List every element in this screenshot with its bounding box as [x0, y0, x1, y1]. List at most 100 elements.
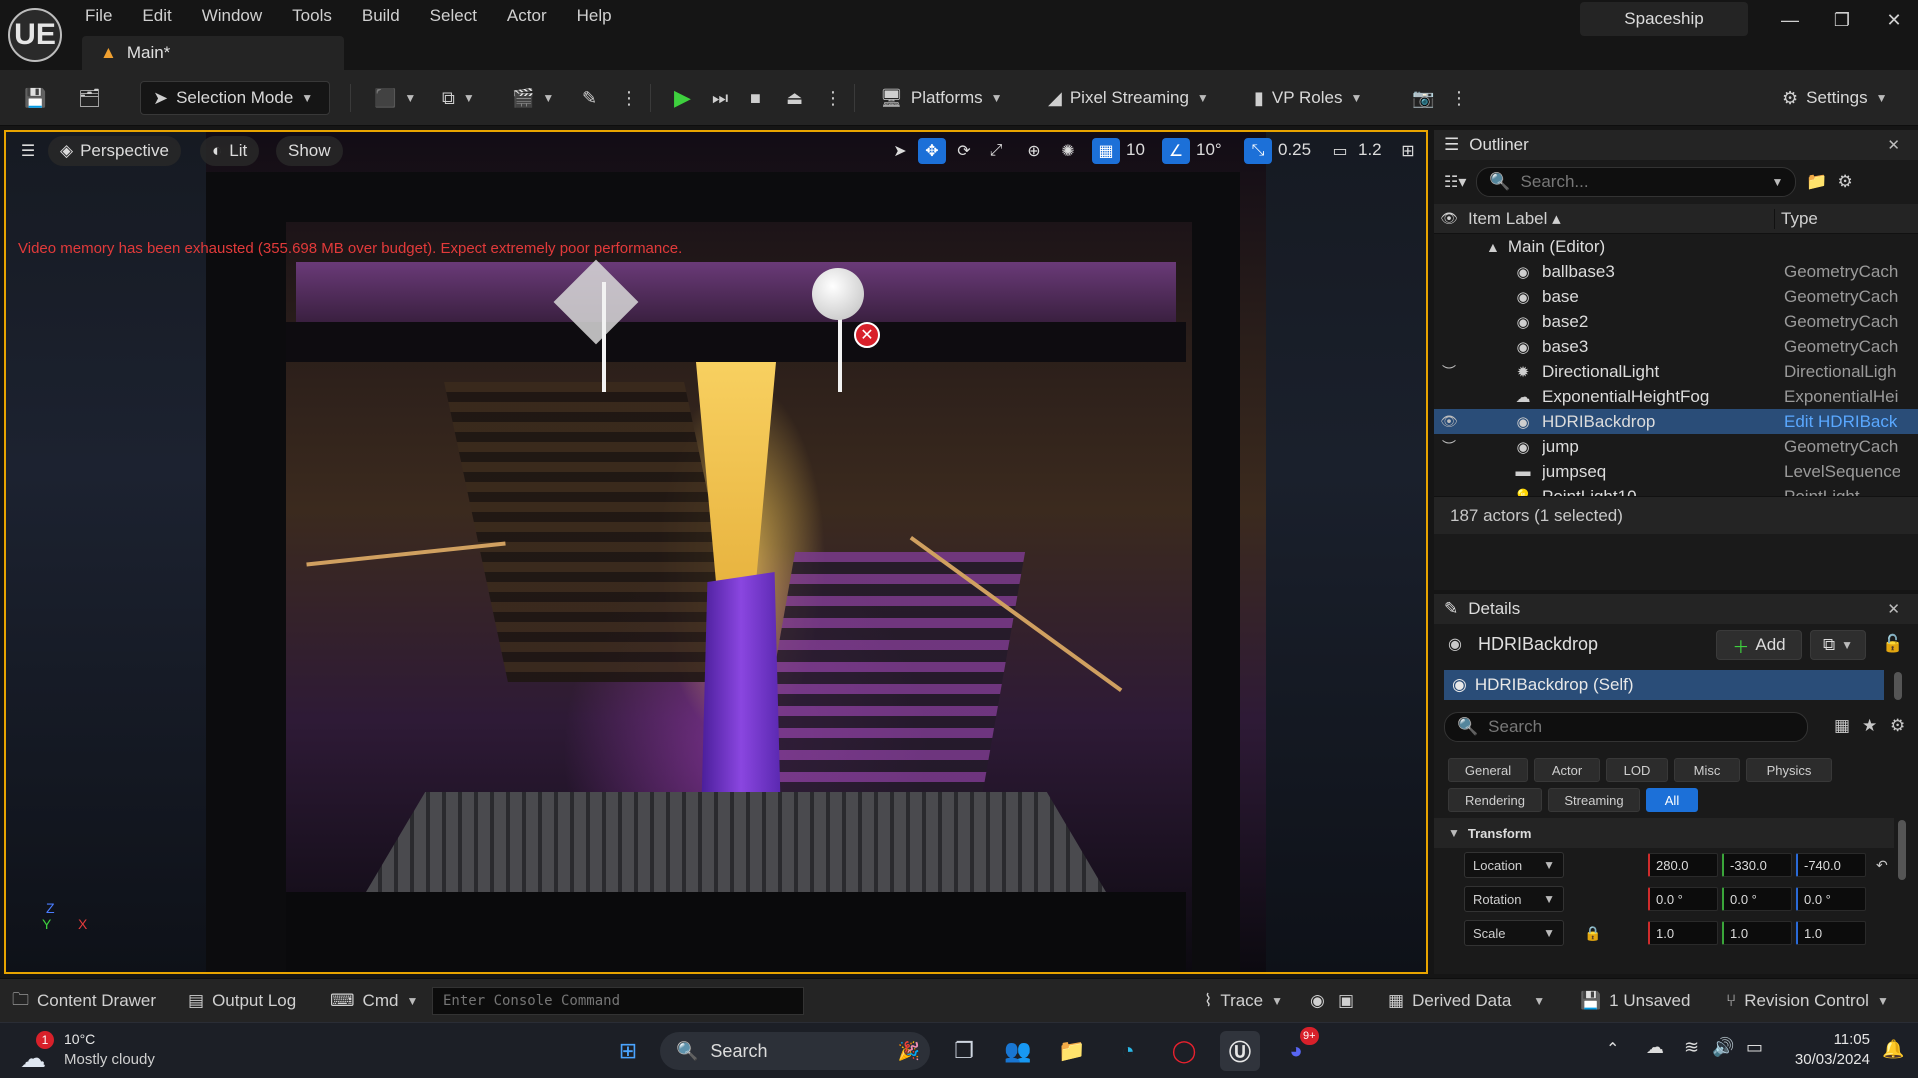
vp-roles-dropdown[interactable]: ▮ VP Roles ▼	[1246, 81, 1370, 115]
minimize-button[interactable]: —	[1770, 6, 1810, 34]
outliner-tab[interactable]: ☰ Outliner ✕	[1434, 130, 1918, 160]
table-view-icon[interactable]: ▦	[1834, 716, 1850, 736]
menu-tools[interactable]: Tools	[277, 6, 347, 26]
platforms-dropdown[interactable]: 🖥 Platforms ▼	[872, 81, 1011, 115]
blueprint-button[interactable]: ⧉ ▼	[434, 81, 483, 115]
menu-select[interactable]: Select	[415, 6, 492, 26]
grid-snap-button[interactable]: ▦	[1092, 138, 1120, 164]
save-button[interactable]: 💾	[16, 81, 54, 115]
reset-arrow-icon[interactable]: ↶	[1876, 857, 1888, 874]
details-tab[interactable]: ✎ Details ✕	[1434, 594, 1918, 624]
rotation-dropdown[interactable]: Rotation ▼	[1464, 886, 1564, 912]
start-button[interactable]: ⊞	[608, 1031, 648, 1071]
close-button[interactable]: ✕	[1874, 6, 1914, 34]
weather-temp[interactable]: 10°C	[64, 1031, 95, 1047]
console-command-input[interactable]	[432, 987, 804, 1015]
teams-button[interactable]: 👥	[998, 1031, 1038, 1071]
edge-button[interactable]: ◔	[1108, 1031, 1148, 1071]
point-light-bulb-icon[interactable]	[812, 268, 864, 320]
filter-icon[interactable]: ☷▾	[1444, 172, 1466, 192]
visibility-eye-icon[interactable]: 👁	[1434, 210, 1464, 227]
star-icon[interactable]: ★	[1862, 716, 1877, 736]
surface-snap-button[interactable]: ✺	[1054, 138, 1082, 164]
toolbar-extra-button[interactable]: ⋮	[1442, 81, 1476, 115]
scale-lock-icon[interactable]: 🔒	[1584, 925, 1601, 942]
menu-build[interactable]: Build	[347, 6, 415, 26]
visibility-eye-icon[interactable]: ︶	[1434, 362, 1464, 382]
discord-button[interactable]: ◕ 9+	[1276, 1027, 1319, 1071]
taskbar-search[interactable]: 🔍 Search 🎉	[660, 1032, 930, 1070]
virtual-camera-button[interactable]: 📷	[1404, 81, 1442, 115]
rotation-snap-value[interactable]: 10°	[1196, 140, 1222, 160]
opera-button[interactable]: ◯	[1164, 1031, 1204, 1071]
world-space-button[interactable]: ⊕	[1020, 138, 1048, 164]
perspective-button[interactable]: ◈ Perspective	[48, 136, 181, 166]
notification-bell-icon[interactable]: 🔔	[1882, 1039, 1904, 1060]
outliner-row-base3[interactable]: ◉ base3 GeometryCach	[1434, 334, 1918, 359]
add-folder-icon[interactable]: 📁	[1806, 172, 1827, 192]
component-row-self[interactable]: ◉ HDRIBackdrop (Self)	[1444, 670, 1884, 700]
translate-mode-button[interactable]: ✥	[918, 138, 946, 164]
scale-y-field[interactable]: 1.0	[1722, 921, 1792, 945]
col-type[interactable]: Type	[1774, 208, 1818, 229]
outliner-row-ballbase3[interactable]: ◉ ballbase3 GeometryCach	[1434, 259, 1918, 284]
clock-date[interactable]: 30/03/2024	[1778, 1051, 1870, 1068]
unreal-logo[interactable]: UE	[8, 8, 62, 62]
rotation-y-field[interactable]: 0.0 °	[1722, 887, 1792, 911]
details-actor-name[interactable]: HDRIBackdrop	[1478, 634, 1598, 655]
browse-button[interactable]: 🗂	[70, 81, 109, 115]
details-search-input[interactable]: 🔍 Search	[1444, 712, 1808, 742]
battery-icon[interactable]: ▭	[1746, 1037, 1763, 1058]
cloud-sync-icon[interactable]: ☁	[1646, 1037, 1664, 1058]
filter-streaming[interactable]: Streaming	[1548, 788, 1640, 812]
lock-icon[interactable]: 🔓	[1882, 634, 1903, 654]
filter-rendering[interactable]: Rendering	[1448, 788, 1542, 812]
scale-dropdown[interactable]: Scale ▼	[1464, 920, 1564, 946]
record-button[interactable]: ◉	[1310, 987, 1325, 1015]
volume-icon[interactable]: 🔊	[1712, 1037, 1734, 1058]
select-mode-button[interactable]: ➤	[886, 138, 914, 164]
rotation-x-field[interactable]: 0.0 °	[1648, 887, 1718, 911]
location-y-field[interactable]: -330.0	[1722, 853, 1792, 877]
viewport-layout-button[interactable]: ⊞	[1394, 138, 1422, 164]
add-content-button[interactable]: ⬛ ▼	[366, 81, 424, 115]
outliner-row-base2[interactable]: ◉ base2 GeometryCach	[1434, 309, 1918, 334]
filter-all[interactable]: All	[1646, 788, 1698, 812]
play-options-button[interactable]: ⋮	[816, 81, 850, 115]
scale-snap-button[interactable]: ⤡	[1244, 138, 1272, 164]
menu-window[interactable]: Window	[187, 6, 277, 26]
selection-mode-dropdown[interactable]: ➤ Selection Mode ▼	[140, 81, 330, 115]
scale-x-field[interactable]: 1.0	[1648, 921, 1718, 945]
trace-dropdown[interactable]: ⌇ Trace ▼	[1204, 987, 1283, 1015]
close-icon[interactable]: ✕	[1887, 136, 1900, 154]
component-scrollbar[interactable]	[1894, 672, 1902, 700]
light-direction-arrow[interactable]	[602, 282, 606, 392]
pixel-streaming-dropdown[interactable]: ◢ Pixel Streaming ▼	[1040, 81, 1217, 115]
add-component-button[interactable]: ＋ Add	[1716, 630, 1802, 660]
filter-physics[interactable]: Physics	[1746, 758, 1832, 782]
menu-edit[interactable]: Edit	[127, 6, 186, 26]
rotation-snap-button[interactable]: ∠	[1162, 138, 1190, 164]
file-explorer-button[interactable]: 📁	[1052, 1031, 1092, 1071]
scale-mode-button[interactable]: ⤢	[982, 138, 1010, 164]
scale-snap-value[interactable]: 0.25	[1278, 140, 1311, 160]
cmd-dropdown[interactable]: ⌨ Cmd ▼	[330, 987, 418, 1015]
eject-button[interactable]: ⏏	[778, 81, 811, 115]
blueprint-options-button[interactable]: ⧉ ▼	[1810, 630, 1866, 660]
outliner-row-jump[interactable]: ︶ ◉ jump GeometryCach	[1434, 434, 1918, 459]
content-drawer-button[interactable]: 🗀 Content Drawer	[12, 987, 156, 1015]
clock-time[interactable]: 11:05	[1792, 1031, 1870, 1048]
camera-speed-button[interactable]: ▭	[1326, 138, 1354, 164]
level-viewport[interactable]: ✕ Video memory has been exhausted (355.6…	[4, 130, 1428, 974]
outliner-row-type[interactable]: Edit HDRIBack	[1784, 412, 1900, 432]
close-icon[interactable]: ✕	[1887, 600, 1900, 618]
col-item-label[interactable]: Item Label ▴	[1464, 209, 1774, 229]
rotation-z-field[interactable]: 0.0 °	[1796, 887, 1866, 911]
grid-snap-value[interactable]: 10	[1126, 140, 1145, 160]
level-tab-main[interactable]: ▲ Main*	[82, 36, 344, 70]
weather-widget-icon[interactable]: ☁ 1	[20, 1031, 56, 1073]
outliner-root-row[interactable]: ▲ Main (Editor)	[1434, 234, 1918, 259]
outliner-search-input[interactable]: 🔍 Search... ▼	[1476, 167, 1797, 197]
outliner-row-pointlight10[interactable]: 💡 PointLight10 PointLight	[1434, 484, 1918, 497]
revision-control-dropdown[interactable]: ⑂ Revision Control ▼	[1726, 987, 1889, 1015]
